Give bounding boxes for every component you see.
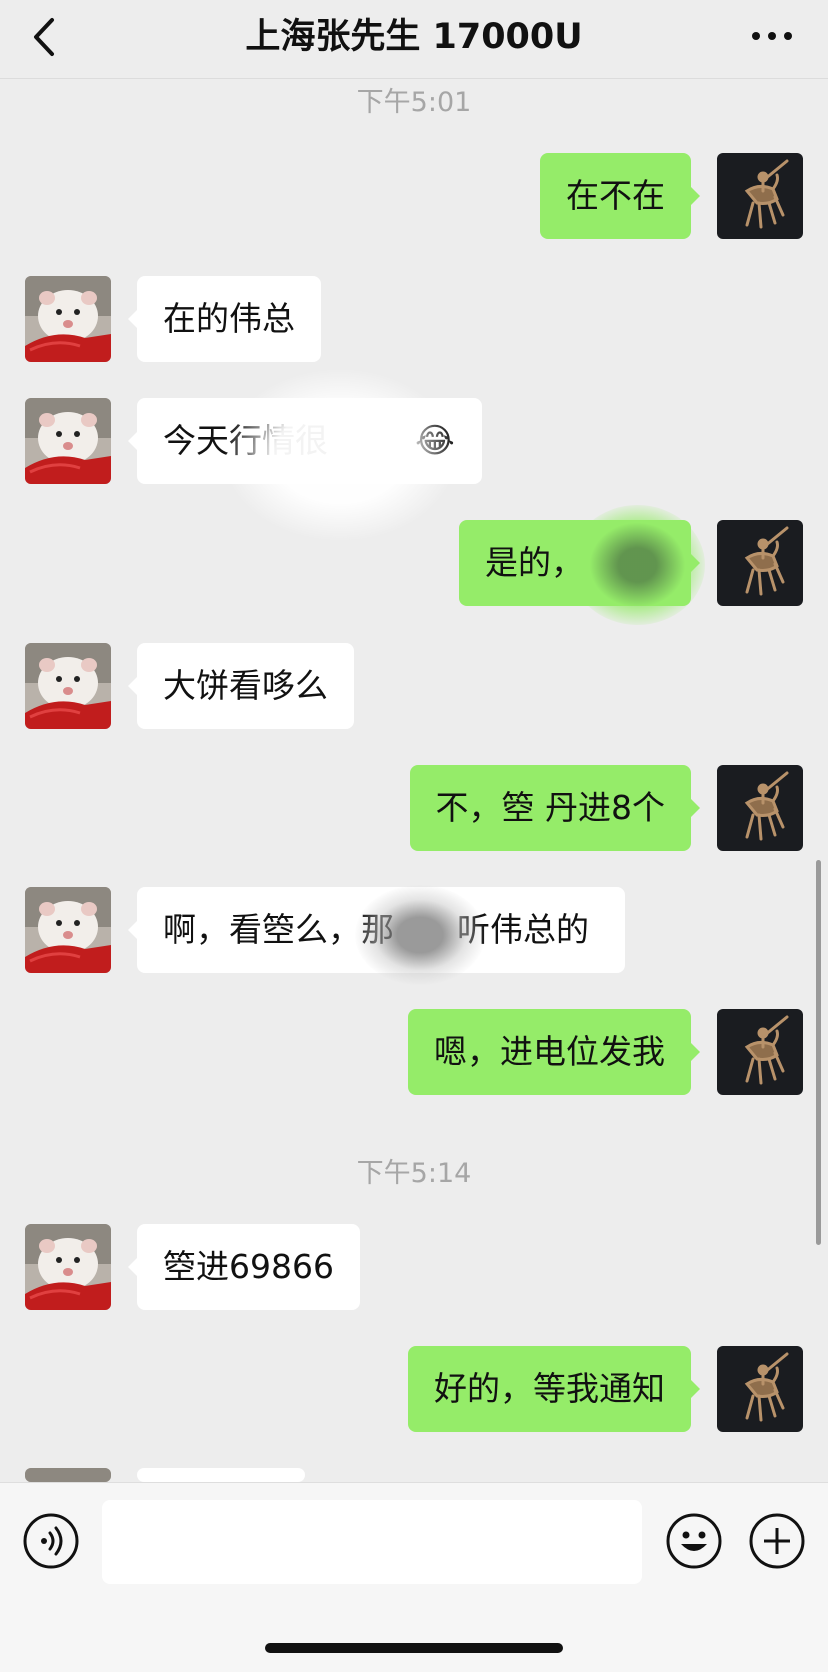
sent-bubble[interactable]: 在不在 [540,153,700,239]
received-bubble[interactable]: 啊，看箜么，那 听伟总的 [128,887,625,973]
received-bubble[interactable]: 今天行情很 😂 [128,398,482,484]
sent-bubble[interactable]: 不，箜 丹进8个 [409,765,700,851]
chat-header: 上海张先生 17000U [0,0,828,79]
received-bubble[interactable]: 箜进69866 [128,1224,360,1310]
home-indicator[interactable] [265,1643,563,1653]
scrollbar[interactable] [816,860,821,1245]
avatar[interactable] [717,1346,803,1432]
message-input[interactable] [102,1500,642,1584]
avatar[interactable] [717,153,803,239]
received-bubble-partial[interactable] [137,1468,305,1482]
sent-bubble[interactable]: 嗯，进电位发我 [408,1009,700,1095]
message-text: 啊，看箜么，那 [163,910,394,949]
sent-bubble[interactable]: 是的， [459,520,700,606]
avatar[interactable] [25,1224,111,1310]
received-bubble[interactable]: 在的伟总 [128,276,321,362]
avatar[interactable] [717,1009,803,1095]
laughing-emoji-icon: 😂 [415,421,455,461]
avatar[interactable] [25,398,111,484]
emoji-icon[interactable] [665,1512,723,1570]
avatar[interactable] [25,1468,111,1482]
sent-bubble[interactable]: 好的，等我通知 [408,1346,700,1432]
message-text: 是的， [485,543,584,582]
avatar[interactable] [25,643,111,729]
avatar[interactable] [717,520,803,606]
avatar[interactable] [25,276,111,362]
timestamp: 下午5:01 [356,87,472,118]
timestamp: 下午5:14 [356,1158,472,1189]
plus-icon[interactable] [748,1512,806,1570]
message-text-tail: 听伟总的 [457,910,589,949]
avatar[interactable] [717,765,803,851]
chat-title: 上海张先生 17000U [245,17,583,57]
avatar[interactable] [25,887,111,973]
received-bubble[interactable]: 大饼看哆么 [128,643,354,729]
more-dots-icon[interactable] [748,24,796,48]
voice-icon[interactable] [22,1512,80,1570]
message-text: 今天行情很 [163,421,328,460]
